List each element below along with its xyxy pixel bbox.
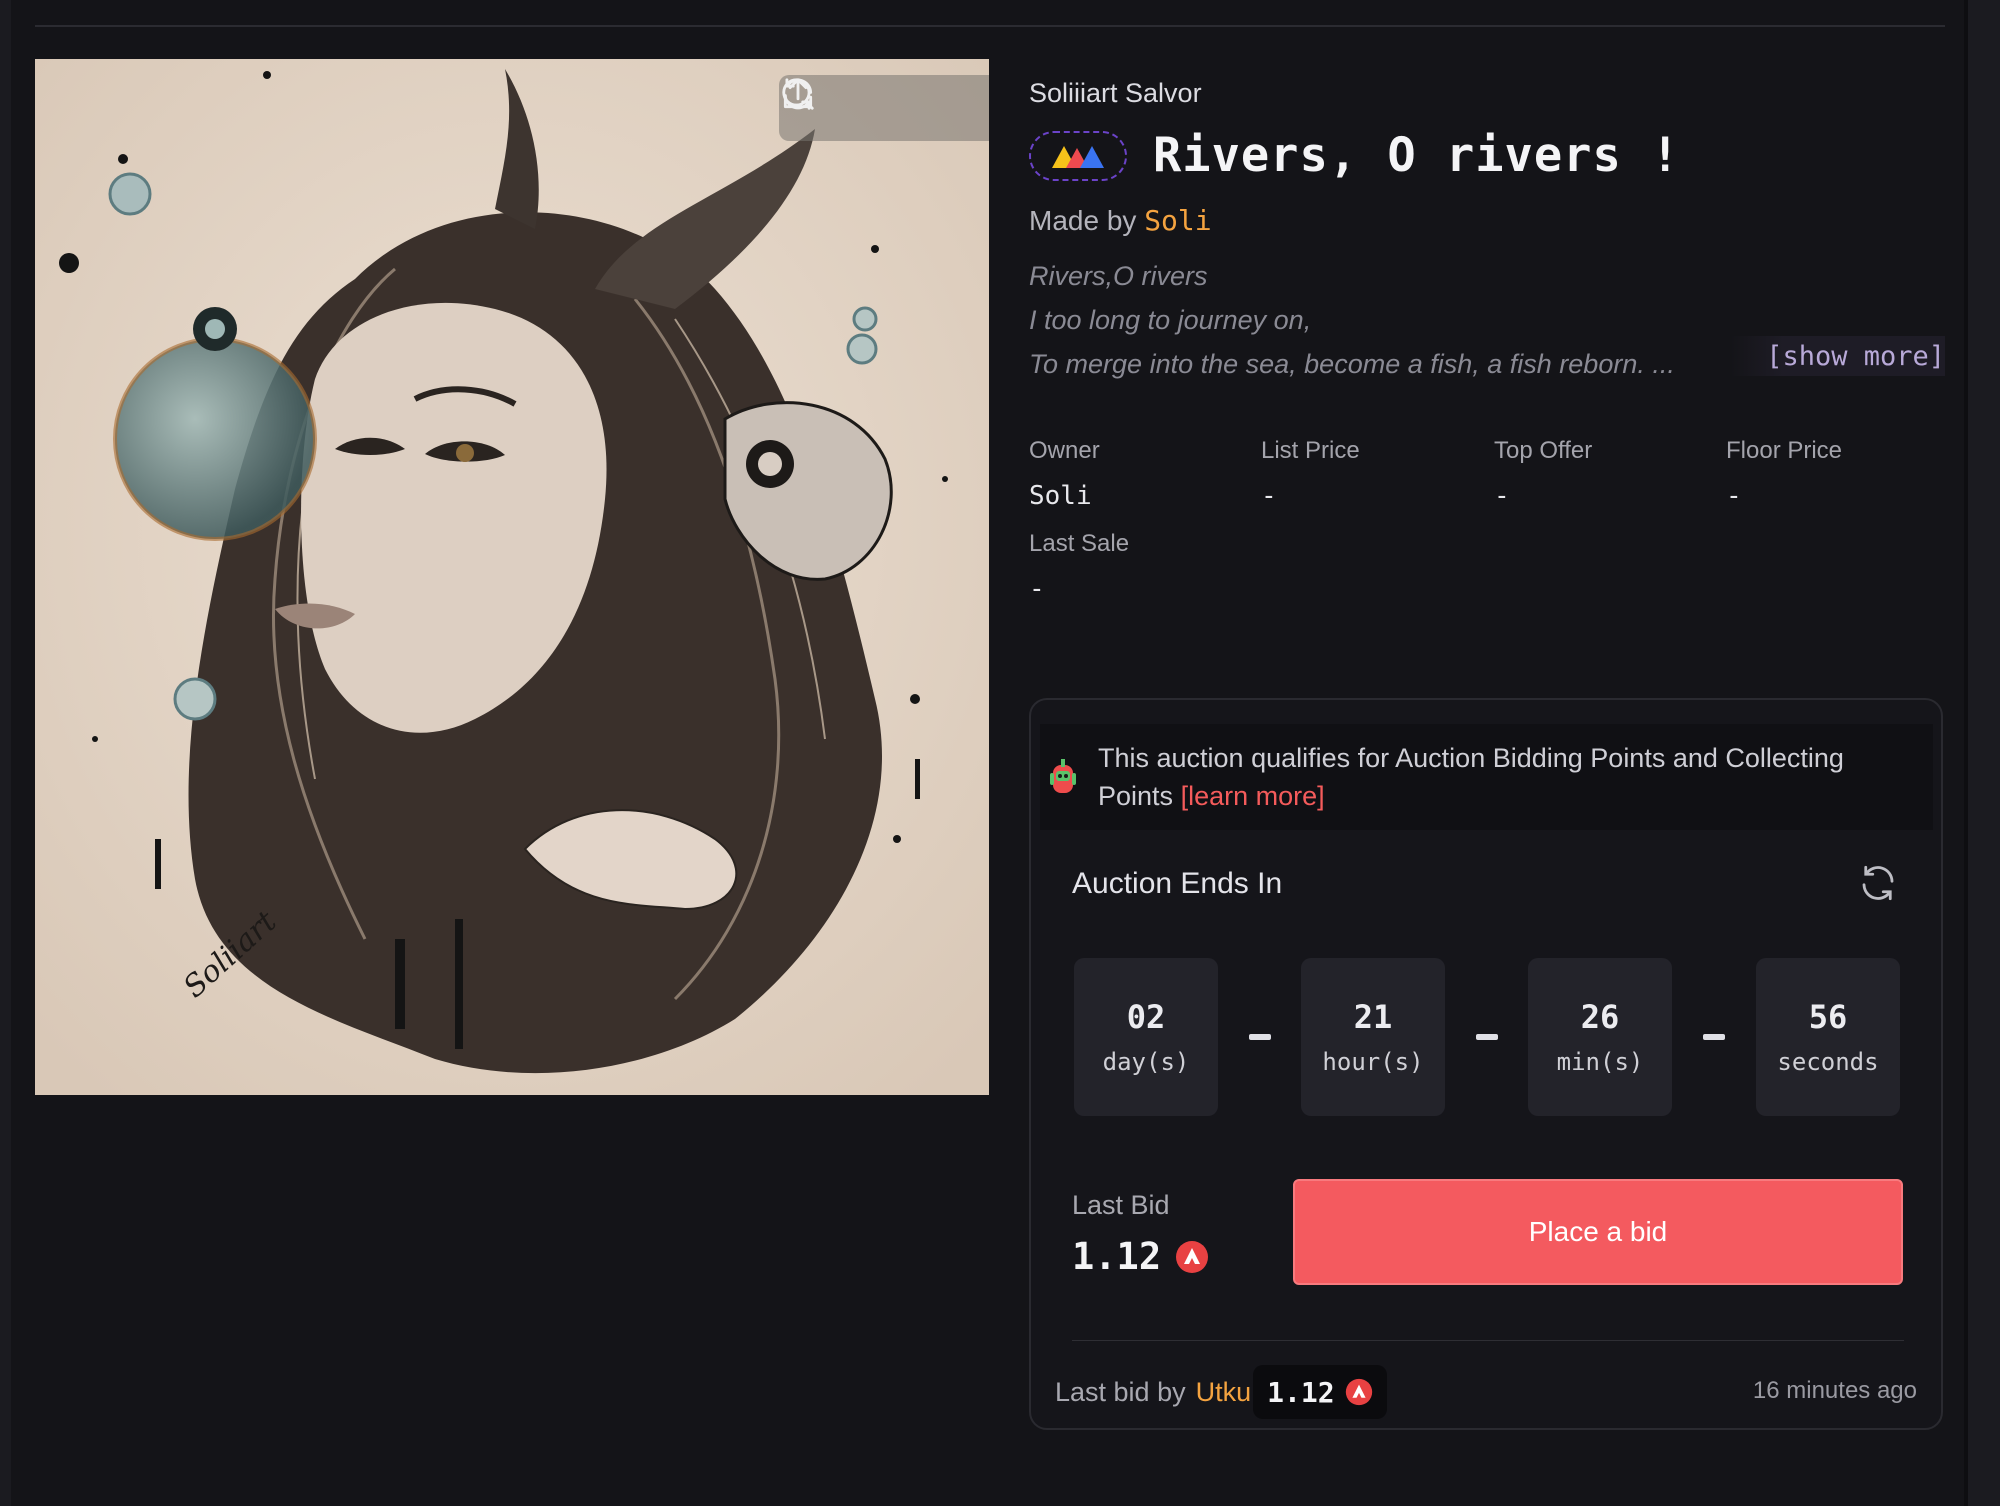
last-bid-by: Last bid by Utku 1.12	[1055, 1365, 1387, 1419]
last-bid-value: 1.12	[1072, 1235, 1209, 1278]
avax-icon	[1176, 1240, 1209, 1273]
stat-label: Top Offer	[1494, 437, 1593, 464]
description-line: To merge into the sea, become a fish, a …	[1029, 349, 1675, 379]
auction-card: This auction qualifies for Auction Biddi…	[1029, 698, 1943, 1430]
chain-badge[interactable]	[1029, 130, 1127, 181]
stat-last-sale: Last Sale -	[1029, 530, 1129, 604]
bidder-link[interactable]: Utku	[1196, 1377, 1252, 1408]
stat-floor-price: Floor Price -	[1726, 437, 1842, 511]
made-by: Made by Soli	[1029, 204, 1212, 237]
learn-more-link[interactable]: [learn more]	[1181, 781, 1325, 811]
countdown-seconds: 56 seconds	[1756, 958, 1900, 1116]
creator-link[interactable]: Soli	[1144, 204, 1211, 237]
stat-label: Owner	[1029, 437, 1100, 464]
points-text: This auction qualifies for Auction Biddi…	[1098, 739, 1903, 815]
last-bid-by-prefix: Last bid by	[1055, 1376, 1186, 1407]
countdown-value: 21	[1353, 998, 1393, 1036]
place-bid-button[interactable]: Place a bid	[1293, 1179, 1903, 1285]
last-bid-label: Last Bid	[1072, 1190, 1170, 1220]
countdown-hours: 21 hour(s)	[1301, 958, 1445, 1116]
collection-name[interactable]: Soliiiart Salvor	[1029, 78, 1202, 109]
countdown-separator	[1249, 1034, 1271, 1040]
countdown-unit: day(s)	[1102, 1048, 1190, 1076]
countdown-days: 02 day(s)	[1074, 958, 1218, 1116]
share-icon[interactable]	[783, 78, 982, 129]
auction-ends-label: Auction Ends In	[1072, 867, 1283, 900]
top-divider	[35, 25, 1945, 27]
countdown-unit: seconds	[1777, 1048, 1879, 1076]
last-bid-chip: 1.12	[1253, 1365, 1387, 1419]
title-row: Rivers, O rivers !	[1029, 128, 1680, 183]
card-divider	[1072, 1340, 1904, 1341]
stat-label: Last Sale	[1029, 530, 1130, 557]
stat-list-price: List Price -	[1261, 437, 1360, 511]
avalanche-logo-icon	[1052, 145, 1104, 168]
refresh-icon[interactable]	[1857, 862, 1899, 904]
stat-value[interactable]: Soli	[1029, 481, 1100, 511]
stat-value: -	[1261, 481, 1277, 511]
artwork-toolbar	[779, 75, 989, 141]
stat-value: -	[1029, 574, 1045, 604]
countdown-separator	[1476, 1034, 1498, 1040]
countdown-separator	[1703, 1034, 1725, 1040]
avax-icon	[1345, 1378, 1372, 1406]
countdown-value: 26	[1580, 998, 1620, 1036]
stat-value: -	[1494, 481, 1510, 511]
countdown-minutes: 26 min(s)	[1528, 958, 1672, 1116]
last-bid-chip-amount: 1.12	[1267, 1375, 1335, 1409]
artwork-image[interactable]: Soliiart	[35, 59, 989, 1095]
last-bid-amount: 1.12	[1072, 1235, 1162, 1278]
countdown-unit: hour(s)	[1322, 1048, 1424, 1076]
description-line: I too long to journey on,	[1029, 305, 1312, 335]
stat-value: -	[1726, 481, 1742, 511]
points-banner: This auction qualifies for Auction Biddi…	[1040, 724, 1933, 830]
countdown-unit: min(s)	[1556, 1048, 1644, 1076]
artwork-illustration: Soliiart	[35, 59, 989, 1095]
zoom-icon[interactable]	[782, 78, 915, 129]
last-bid-time: 16 minutes ago	[1752, 1377, 1917, 1404]
description: Rivers,O rivers I too long to journey on…	[1029, 254, 1675, 386]
window-frame-right	[1968, 0, 2000, 1506]
made-by-prefix: Made by	[1029, 205, 1137, 236]
stat-owner: Owner Soli	[1029, 437, 1100, 511]
nft-title: Rivers, O rivers !	[1153, 128, 1681, 183]
window-frame-left	[0, 0, 11, 1506]
countdown-value: 02	[1126, 998, 1166, 1036]
description-line: Rivers,O rivers	[1029, 261, 1208, 291]
stat-label: List Price	[1261, 437, 1360, 464]
points-mascot-icon	[1050, 759, 1076, 793]
stat-top-offer: Top Offer -	[1494, 437, 1592, 511]
stat-label: Floor Price	[1726, 437, 1843, 464]
countdown-value: 56	[1808, 998, 1848, 1036]
show-more-link[interactable]: [show more]	[1730, 336, 1945, 376]
